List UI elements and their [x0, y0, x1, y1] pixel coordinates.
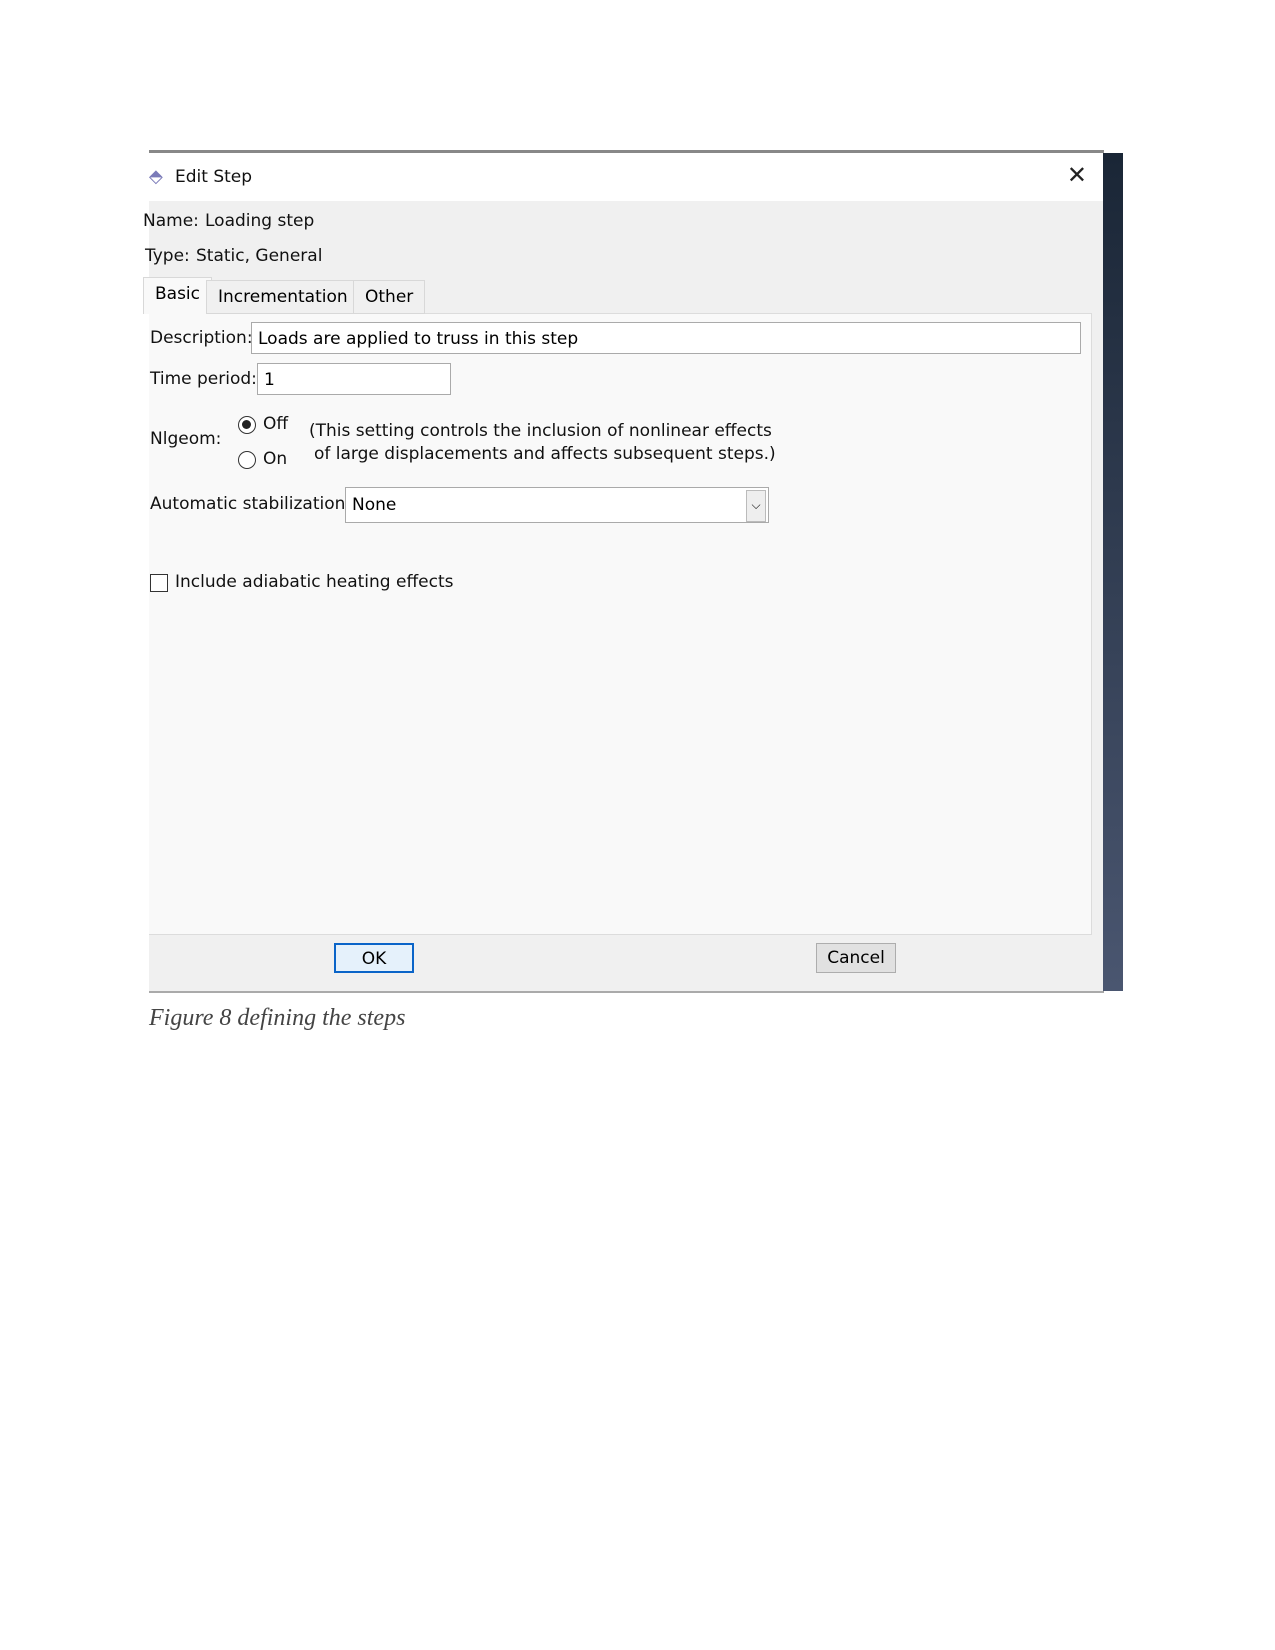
- nlgeom-on-radio[interactable]: [238, 451, 256, 469]
- tab-other[interactable]: Other: [353, 280, 426, 314]
- edit-step-dialog: ⬘ Edit Step ✕ Name: Loading step Type: S…: [143, 150, 1123, 993]
- background-viewport: [1103, 153, 1123, 991]
- chevron-down-icon[interactable]: ⌵: [746, 490, 766, 522]
- step-icon: ⬘: [149, 166, 163, 187]
- stabilization-select[interactable]: None ⌵: [345, 487, 769, 523]
- stabilization-value: None: [352, 495, 397, 515]
- dialog-title: Edit Step: [175, 167, 253, 187]
- tab-basic[interactable]: Basic: [143, 277, 213, 314]
- nlgeom-note-line2: of large displacements and affects subse…: [314, 444, 776, 464]
- time-period-label: Time period:: [150, 369, 257, 389]
- nlgeom-off-radio[interactable]: [238, 416, 256, 434]
- figure-caption: Figure 8 defining the steps: [149, 1005, 406, 1031]
- type-value: Static, General: [196, 246, 323, 266]
- basic-tab-panel: [149, 313, 1092, 935]
- name-label: Name:: [143, 211, 199, 231]
- description-label: Description:: [150, 328, 253, 348]
- cancel-button[interactable]: Cancel: [816, 943, 896, 973]
- adiabatic-checkbox[interactable]: [150, 574, 168, 592]
- nlgeom-label: Nlgeom:: [150, 429, 222, 449]
- name-value: Loading step: [205, 211, 315, 231]
- ok-button[interactable]: OK: [334, 943, 414, 973]
- nlgeom-note-line1: (This setting controls the inclusion of …: [309, 421, 772, 441]
- nlgeom-off-label: Off: [263, 414, 289, 434]
- nlgeom-on-label: On: [263, 449, 288, 469]
- adiabatic-label: Include adiabatic heating effects: [175, 572, 454, 592]
- tab-incrementation[interactable]: Incrementation: [206, 280, 360, 314]
- type-label: Type:: [145, 246, 190, 266]
- time-period-input[interactable]: 1: [257, 363, 451, 395]
- title-bar: ⬘ Edit Step: [149, 153, 1103, 201]
- close-icon[interactable]: ✕: [1067, 161, 1087, 189]
- stabilization-label: Automatic stabilization:: [150, 494, 352, 514]
- description-input[interactable]: Loads are applied to truss in this step: [251, 322, 1081, 354]
- document-page: ⬘ Edit Step ✕ Name: Loading step Type: S…: [0, 0, 1275, 1650]
